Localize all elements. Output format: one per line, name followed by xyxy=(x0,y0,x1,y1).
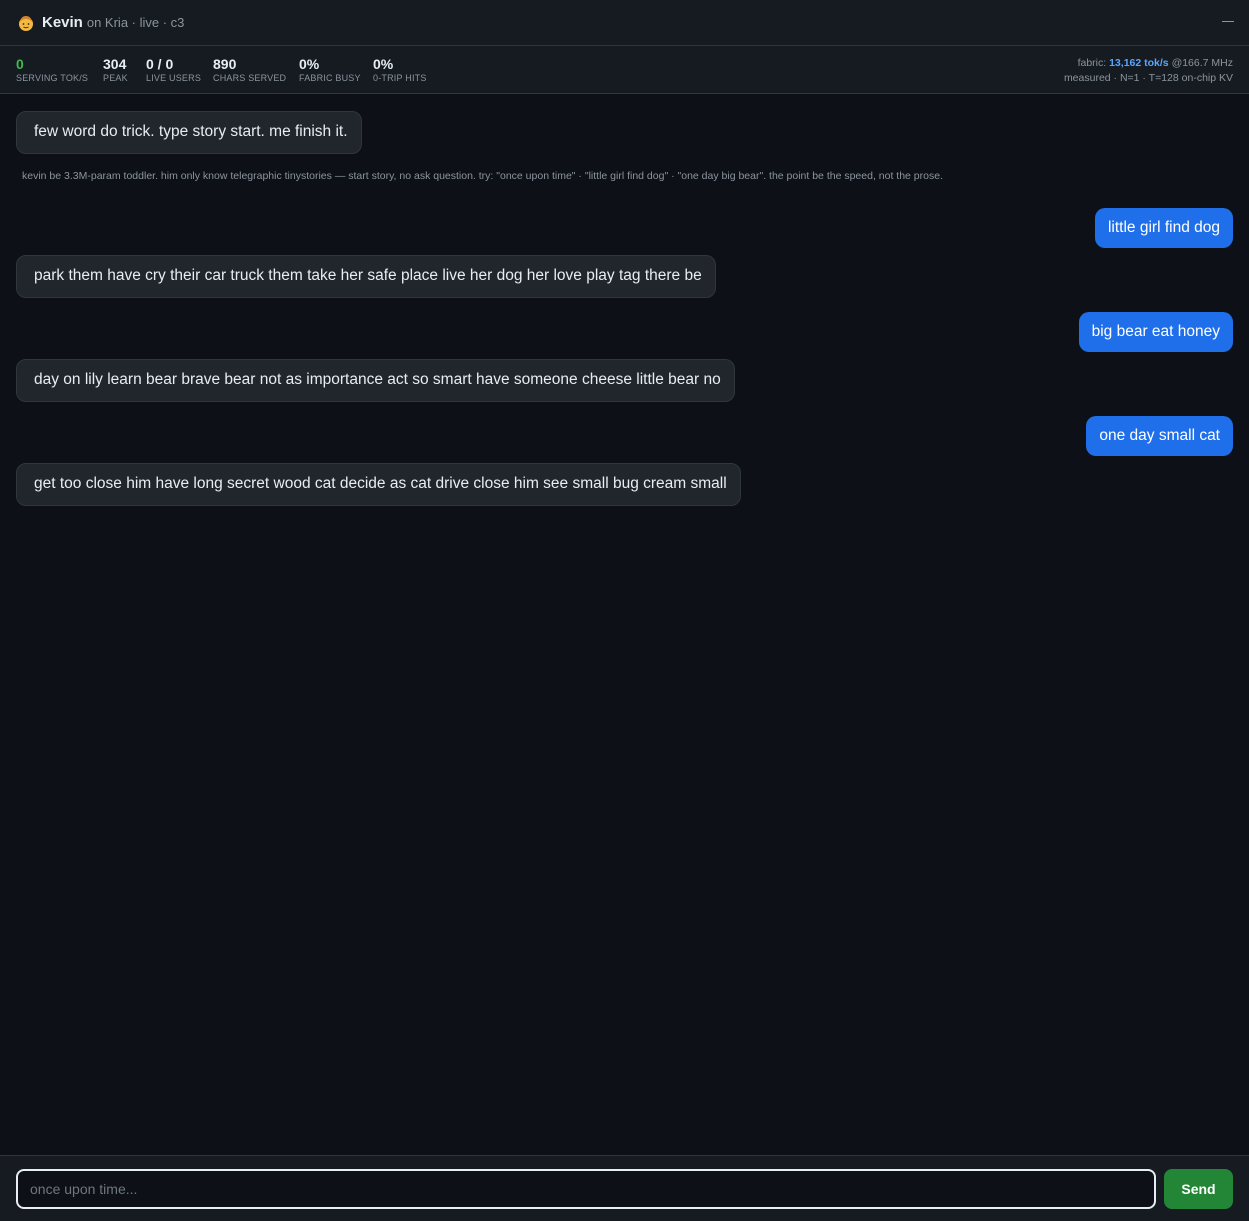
app-subtitle: on Kria · live · c3 xyxy=(86,15,185,30)
stat-value: 0 / 0 xyxy=(146,56,174,72)
fabric-freq: @166.7 MHz xyxy=(1171,57,1233,69)
stat-0trip-hits: 0% 0-TRIP HITS xyxy=(373,56,427,84)
stat-value: 890 xyxy=(213,56,237,72)
user-message: little girl find dog xyxy=(1094,208,1233,248)
stat-label: PEAK xyxy=(103,73,128,83)
stat-label: FABRIC BUSY xyxy=(299,73,361,83)
stat-value: 0% xyxy=(373,56,394,72)
send-button[interactable]: Send xyxy=(1164,1169,1233,1209)
toddler-emoji-icon xyxy=(19,15,33,31)
stat-label: CHARS SERVED xyxy=(213,73,287,83)
intro-message: few word do trick. type story start. me … xyxy=(16,111,362,154)
app-title: Kevin xyxy=(42,14,83,31)
bot-message: park them have cry their car truck them … xyxy=(16,255,716,298)
stat-label: SERVING TOK/S xyxy=(16,73,89,83)
stat-chars-served: 890 CHARS SERVED xyxy=(213,56,286,84)
stat-label: 0-TRIP HITS xyxy=(373,73,427,83)
fabric-rate: 13,162 tok/s xyxy=(1109,57,1169,69)
chat-log[interactable]: few word do trick. type story start. me … xyxy=(0,94,1249,1155)
composer: Send xyxy=(0,1155,1249,1221)
stat-label: LIVE USERS xyxy=(146,73,202,83)
title-bar: Kevin on Kria · live · c3 xyxy=(0,0,1249,46)
hint-text: kevin be 3.3M-param toddler. him only kn… xyxy=(22,170,943,182)
stat-value: 304 xyxy=(103,56,127,72)
stats-bar: 0 SERVING TOK/S 304 PEAK 0 / 0 LIVE USER… xyxy=(0,46,1249,94)
minimize-button[interactable] xyxy=(1222,21,1234,22)
stat-fabric-busy: 0% FABRIC BUSY xyxy=(299,56,361,84)
fabric-info: fabric: 13,162 tok/s @166.7 MHz measured… xyxy=(1064,56,1233,86)
stat-serving: 0 SERVING TOK/S xyxy=(16,56,88,84)
stat-live-users: 0 / 0 LIVE USERS xyxy=(146,56,201,84)
fabric-prefix: fabric: xyxy=(1077,57,1107,69)
user-message: big bear eat honey xyxy=(1078,312,1233,352)
message-input[interactable] xyxy=(16,1169,1156,1209)
bot-message: get too close him have long secret wood … xyxy=(16,463,741,506)
fabric-note: measured · N=1 · T=128 on-chip KV xyxy=(1063,72,1233,84)
stat-peak: 304 PEAK xyxy=(103,56,128,84)
stat-value: 0% xyxy=(299,56,320,72)
bot-message: day on lily learn bear brave bear not as… xyxy=(16,359,735,402)
user-message: one day small cat xyxy=(1086,416,1233,456)
stat-value: 0 xyxy=(16,56,24,72)
